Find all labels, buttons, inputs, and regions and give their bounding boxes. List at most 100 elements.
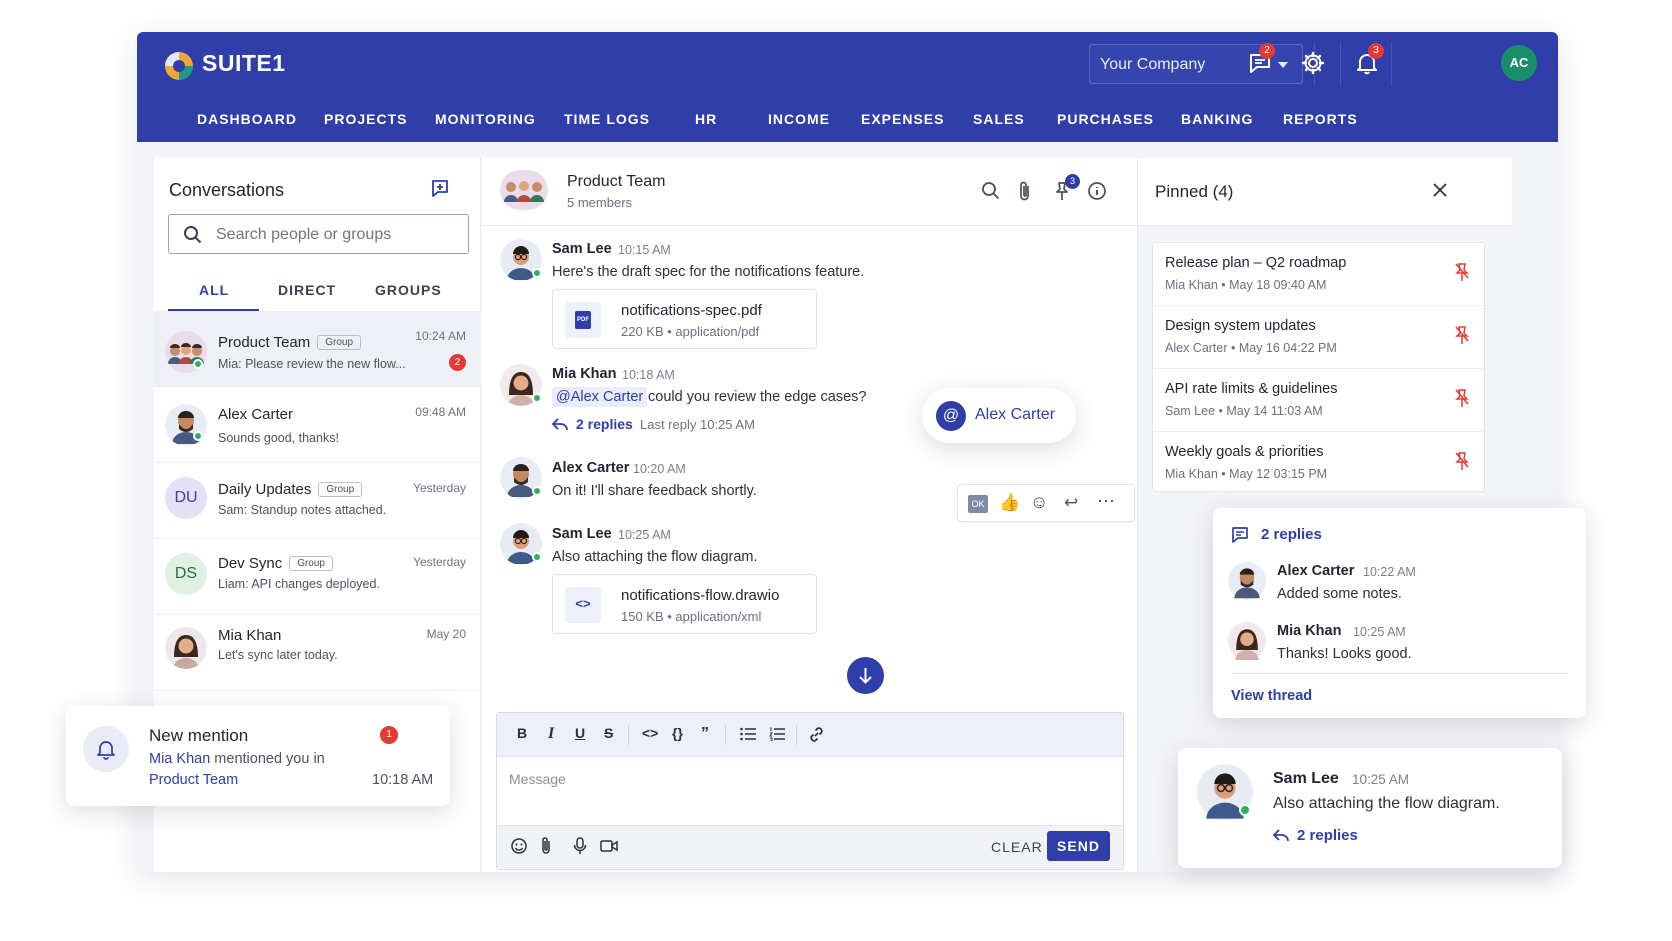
chat-header: Product Team 5 members 3 (481, 158, 1137, 226)
numbered-list-icon[interactable] (769, 727, 785, 741)
reply-icon[interactable]: ↩ (1064, 493, 1078, 513)
reply-text: Thanks! Looks good. (1277, 646, 1412, 662)
search-icon (184, 226, 202, 244)
close-icon[interactable] (1432, 182, 1448, 198)
video-icon[interactable] (600, 838, 618, 854)
quote-icon[interactable]: ” (701, 725, 709, 743)
thumbs-up-reaction[interactable]: 👍 (999, 493, 1020, 513)
search-icon[interactable] (981, 181, 1001, 201)
online-indicator (532, 552, 542, 562)
conversation-item[interactable]: Alex Carter Sounds good, thanks! 09:48 A… (154, 387, 481, 463)
tab-all[interactable]: ALL (199, 282, 229, 298)
paperclip-icon[interactable] (539, 836, 553, 856)
nav-time-logs[interactable]: TIME LOGS (564, 111, 650, 127)
message-author: Sam Lee (552, 526, 612, 542)
pdf-file-icon: PDF (565, 302, 601, 338)
divider (1391, 42, 1392, 86)
ok-reaction[interactable]: OK (968, 495, 988, 513)
conversation-item[interactable]: DS Dev Sync Group Liam: API changes deplo… (154, 539, 481, 615)
conversation-name: Alex Carter (218, 406, 294, 423)
conversation-item[interactable]: Product Team Group Mia: Please review the… (154, 311, 481, 387)
code-icon[interactable]: <> (642, 725, 658, 741)
notification-user: Mia Khan (149, 751, 211, 767)
more-icon[interactable]: ⋯ (1097, 491, 1115, 512)
reply-time: 10:25 AM (1353, 625, 1406, 639)
online-indicator (1239, 804, 1251, 816)
replies-link[interactable]: 2 replies (1297, 827, 1358, 844)
group-tag: Group (289, 556, 333, 571)
clear-button[interactable]: CLEAR (991, 839, 1043, 855)
pinned-item-meta: Mia Khan • May 18 09:40 AM (1165, 278, 1327, 292)
bold-icon[interactable]: B (517, 725, 527, 741)
pinned-item-title: Release plan – Q2 roadmap (1165, 255, 1347, 271)
view-thread-link[interactable]: View thread (1231, 688, 1312, 704)
tab-direct[interactable]: DIRECT (278, 282, 336, 298)
tab-groups[interactable]: GROUPS (375, 282, 442, 298)
paperclip-icon[interactable] (1016, 180, 1034, 202)
group-avatar (500, 170, 548, 210)
emoji-icon[interactable] (510, 837, 528, 855)
strikethrough-icon[interactable]: S (604, 725, 613, 741)
conversation-preview: Liam: API changes deployed. (218, 577, 380, 591)
nav-projects[interactable]: PROJECTS (324, 111, 407, 127)
file-attachment[interactable]: PDF notifications-spec.pdf 220 KB • appl… (552, 289, 817, 349)
chat-panel: Product Team 5 members 3 Sam Lee 10:15 A… (481, 158, 1137, 872)
logo-icon (165, 52, 193, 80)
mention-notification[interactable]: New mention 1 Mia Khan mentioned you in … (66, 706, 450, 806)
nav-monitoring[interactable]: MONITORING (435, 111, 536, 127)
conversation-preview: Sounds good, thanks! (218, 431, 339, 445)
pinned-item[interactable]: Release plan – Q2 roadmap Mia Khan • May… (1153, 243, 1486, 306)
unpin-icon[interactable] (1454, 325, 1470, 345)
conversation-item[interactable]: Mia Khan Let's sync later today. May 20 (154, 615, 481, 691)
mention-chip[interactable]: @Alex Carter (552, 387, 648, 407)
nav-dashboard[interactable]: DASHBOARD (197, 111, 297, 127)
pinned-item[interactable]: Design system updates Alex Carter • May … (1153, 306, 1486, 369)
nav-banking[interactable]: BANKING (1181, 111, 1253, 127)
link-icon[interactable] (808, 726, 825, 743)
nav-income[interactable]: INCOME (768, 111, 830, 127)
underline-icon[interactable]: U (575, 725, 585, 741)
nav-purchases[interactable]: PURCHASES (1057, 111, 1154, 127)
search-input[interactable]: Search people or groups (168, 214, 469, 254)
message-text: Also attaching the flow diagram. (1273, 795, 1500, 812)
unpin-icon[interactable] (1454, 388, 1470, 408)
notification-target[interactable]: Product Team (149, 772, 238, 788)
scroll-down-button[interactable] (847, 657, 884, 694)
reaction-toolbar: OK 👍 ☺ ↩ ⋯ (957, 484, 1135, 522)
divider (725, 725, 726, 745)
message-time: 10:15 AM (618, 243, 671, 257)
group-tag: Group (317, 335, 362, 350)
nav-reports[interactable]: REPORTS (1283, 111, 1358, 127)
unpin-icon[interactable] (1454, 262, 1470, 282)
bell-icon (97, 741, 115, 760)
group-tag: Group (318, 482, 363, 497)
italic-icon[interactable]: I (548, 725, 554, 743)
user-avatar[interactable]: AC (1501, 45, 1537, 81)
microphone-icon[interactable] (573, 836, 587, 856)
conversation-item[interactable]: DU Daily Updates Group Sam: Standup notes… (154, 463, 481, 539)
emoji-icon[interactable]: ☺ (1030, 492, 1048, 513)
info-icon[interactable] (1087, 181, 1107, 201)
code-file-icon: <> (565, 587, 601, 623)
replies-link[interactable]: 2 replies (576, 416, 633, 432)
nav-expenses[interactable]: EXPENSES (861, 111, 944, 127)
mention-popup[interactable]: @ Alex Carter (922, 388, 1076, 443)
new-chat-icon[interactable] (430, 178, 450, 198)
nav-hr[interactable]: HR (695, 111, 717, 127)
mention-popup-label: Alex Carter (975, 406, 1056, 423)
unpin-icon[interactable] (1454, 451, 1470, 471)
pinned-item-title: Weekly goals & priorities (1165, 444, 1324, 460)
nav-sales[interactable]: SALES (973, 111, 1025, 127)
conversation-preview: Mia: Please review the new flow... (218, 357, 406, 371)
gear-icon[interactable] (1299, 49, 1327, 77)
pinned-item[interactable]: Weekly goals & priorities Mia Khan • May… (1153, 432, 1486, 495)
pinned-item[interactable]: API rate limits & guidelines Sam Lee • M… (1153, 369, 1486, 432)
code-block-icon[interactable]: {} (672, 725, 683, 741)
notification-badge: 1 (380, 726, 398, 744)
divider (1340, 42, 1341, 86)
send-button[interactable]: SEND (1047, 831, 1110, 861)
file-attachment[interactable]: <> notifications-flow.drawio 150 KB • ap… (552, 574, 817, 634)
message-input[interactable]: Message (509, 771, 566, 787)
bullet-list-icon[interactable] (740, 727, 756, 741)
divider (796, 725, 797, 745)
